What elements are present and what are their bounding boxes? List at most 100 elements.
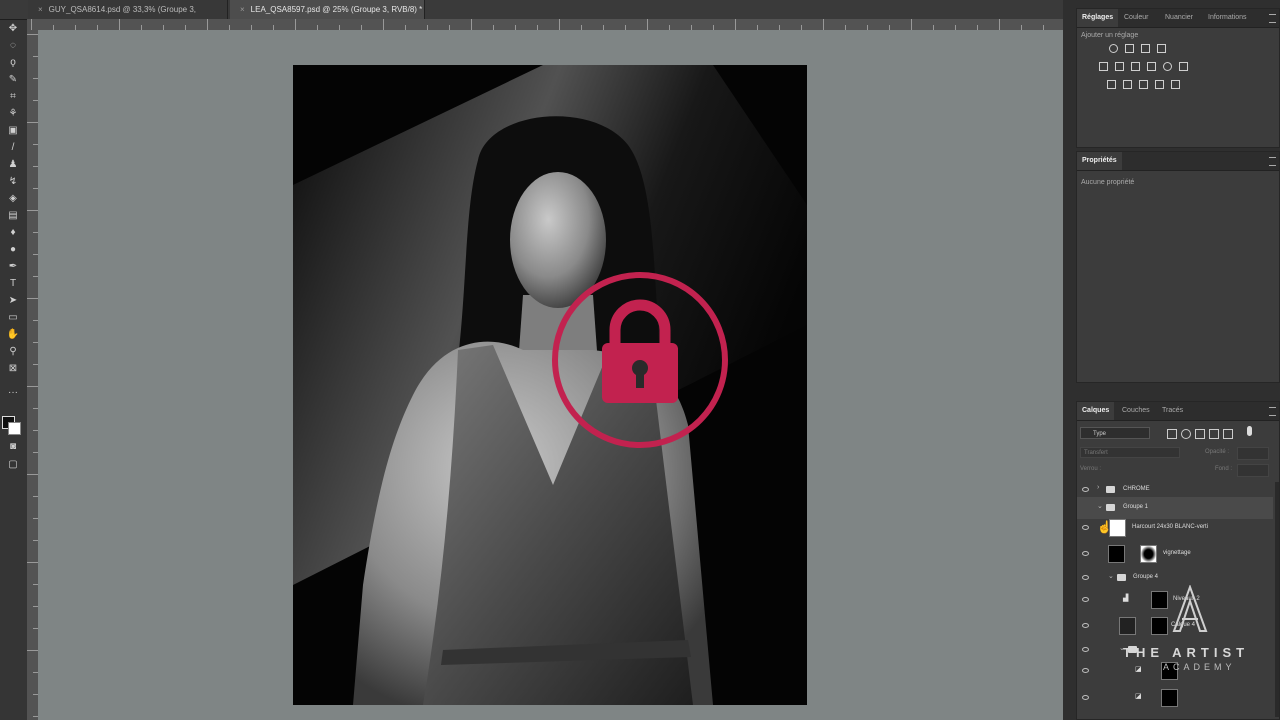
- marquee-tool-icon[interactable]: ◌: [4, 39, 22, 53]
- ruler-tick: [999, 19, 1000, 30]
- threshold-icon[interactable]: [1139, 80, 1148, 89]
- collapse-chevron-icon[interactable]: ⌄: [1097, 502, 1103, 510]
- ruler-tick: [27, 474, 38, 475]
- filter-toggle[interactable]: [1247, 426, 1252, 436]
- levels-icon[interactable]: [1125, 44, 1134, 53]
- clone-stamp-tool-icon[interactable]: ♟: [4, 158, 22, 172]
- layer-name: Groupe 4: [1133, 574, 1159, 580]
- blend-mode-select[interactable]: Transfert: [1080, 447, 1180, 458]
- layer-thumbnail: [1119, 617, 1136, 635]
- tab-swatches[interactable]: Nuancier: [1160, 9, 1198, 27]
- visibility-eye-icon[interactable]: [1082, 597, 1089, 602]
- ruler-tick: [27, 562, 38, 563]
- curves-icon[interactable]: [1141, 44, 1150, 53]
- panel-menu-icon[interactable]: [1269, 14, 1276, 23]
- brush-tool-icon[interactable]: /: [4, 141, 22, 155]
- brightness-icon[interactable]: [1109, 44, 1118, 53]
- opacity-input[interactable]: [1237, 447, 1269, 460]
- layer-name: CHROME: [1123, 486, 1150, 492]
- panel-menu-icon[interactable]: [1269, 157, 1276, 166]
- tab-adjustments[interactable]: Réglages: [1077, 9, 1119, 27]
- posterize-icon[interactable]: [1123, 80, 1132, 89]
- layer-row[interactable]: ◪: [1077, 687, 1273, 709]
- filter-shape-icon[interactable]: [1209, 429, 1219, 439]
- tab-paths[interactable]: Tracés: [1157, 402, 1188, 420]
- healing-brush-tool-icon[interactable]: ▣: [4, 124, 22, 138]
- zoom-tool-icon[interactable]: ⚲: [4, 345, 22, 359]
- ruler-tick: [911, 19, 912, 30]
- crop-tool-icon[interactable]: ⌗: [4, 90, 22, 104]
- visibility-eye-icon[interactable]: [1082, 487, 1089, 492]
- folder-icon: [1106, 486, 1115, 493]
- adjustments-panel-header: Réglages Couleur Nuancier Informations: [1077, 9, 1279, 28]
- panel-menu-icon[interactable]: [1269, 407, 1276, 416]
- visibility-eye-icon[interactable]: [1082, 695, 1089, 700]
- tab-color[interactable]: Couleur: [1119, 9, 1154, 27]
- tab-channels[interactable]: Couches: [1117, 402, 1155, 420]
- layers-scrollbar[interactable]: [1275, 482, 1279, 717]
- dodge-tool-icon[interactable]: ●: [4, 243, 22, 257]
- layer-mask-thumbnail: [1140, 545, 1157, 563]
- tab-close-icon[interactable]: ×: [240, 5, 245, 14]
- visibility-eye-icon[interactable]: [1082, 551, 1089, 556]
- eraser-tool-icon[interactable]: ◈: [4, 192, 22, 206]
- gradient-tool-icon[interactable]: ▤: [4, 209, 22, 223]
- invert-icon[interactable]: [1107, 80, 1116, 89]
- history-brush-tool-icon[interactable]: ↯: [4, 175, 22, 189]
- more-tools-icon[interactable]: ···: [4, 386, 22, 400]
- fill-label: Fond :: [1215, 466, 1233, 472]
- layer-row[interactable]: vignettage: [1077, 543, 1273, 565]
- move-tool-icon[interactable]: ✥: [4, 22, 22, 36]
- quick-selection-tool-icon[interactable]: ✎: [4, 73, 22, 87]
- gradient-map-icon[interactable]: [1155, 80, 1164, 89]
- shape-tool-icon[interactable]: ▭: [4, 311, 22, 325]
- background-color-swatch[interactable]: [8, 422, 21, 435]
- fill-input[interactable]: [1237, 464, 1269, 477]
- document-tab-guy[interactable]: ×GUY_QSA8614.psd @ 33,3% (Groupe 3, RVB/…: [28, 0, 228, 33]
- pen-tool-icon[interactable]: ✒: [4, 260, 22, 274]
- academy-logo-icon: [1170, 584, 1210, 635]
- visibility-eye-icon[interactable]: [1082, 623, 1089, 628]
- filter-pixel-icon[interactable]: [1167, 429, 1177, 439]
- layer-row-selected[interactable]: ⌄ Groupe 1: [1077, 497, 1273, 519]
- type-tool-icon[interactable]: T: [4, 277, 22, 291]
- filter-smart-object-icon[interactable]: [1223, 429, 1233, 439]
- lasso-tool-icon[interactable]: ϙ: [4, 56, 22, 70]
- ruler-tick: [295, 19, 296, 30]
- ruler-tick: [647, 19, 648, 30]
- curves-adjustment-icon: ◪: [1135, 666, 1142, 673]
- tab-layers[interactable]: Calques: [1077, 402, 1115, 420]
- document-tab-lea[interactable]: × LEA_QSA8597.psd @ 25% (Groupe 3, RVB/8)…: [230, 0, 425, 19]
- tab-info[interactable]: Informations: [1203, 9, 1252, 27]
- visibility-eye-icon[interactable]: [1082, 647, 1089, 652]
- hand-tool-icon[interactable]: ✋: [4, 328, 22, 342]
- blur-tool-icon[interactable]: ♦: [4, 226, 22, 240]
- hue-saturation-icon[interactable]: [1099, 62, 1108, 71]
- black-white-icon[interactable]: [1131, 62, 1140, 71]
- expand-chevron-icon[interactable]: ›: [1097, 484, 1099, 491]
- layer-filter-select[interactable]: Type: [1080, 427, 1150, 439]
- tab-close-icon[interactable]: ×: [38, 5, 43, 14]
- quick-mask-icon[interactable]: ◙: [4, 440, 22, 454]
- color-balance-icon[interactable]: [1115, 62, 1124, 71]
- selective-color-icon[interactable]: [1171, 80, 1180, 89]
- filter-adjustment-icon[interactable]: [1181, 429, 1191, 439]
- screen-mode-icon[interactable]: ▢: [4, 458, 22, 472]
- path-selection-tool-icon[interactable]: ➤: [4, 294, 22, 308]
- exposure-icon[interactable]: [1157, 44, 1166, 53]
- color-lookup-icon[interactable]: [1179, 62, 1188, 71]
- filter-type-icon[interactable]: [1195, 429, 1205, 439]
- visibility-eye-icon[interactable]: [1082, 668, 1089, 673]
- extra-tools-icon[interactable]: ⊠: [4, 362, 22, 376]
- channel-mixer-icon[interactable]: [1163, 62, 1172, 71]
- document-tab-bar: ×GUY_QSA8614.psd @ 33,3% (Groupe 3, RVB/…: [0, 0, 1075, 33]
- curves-adjustment-icon: ◪: [1135, 693, 1142, 700]
- photo-filter-icon[interactable]: [1147, 62, 1156, 71]
- tab-properties[interactable]: Propriétés: [1077, 152, 1122, 170]
- collapse-chevron-icon[interactable]: ⌄: [1108, 572, 1114, 580]
- layer-thumbnail: [1108, 545, 1125, 563]
- visibility-eye-icon[interactable]: [1082, 525, 1089, 530]
- vibrance-icon[interactable]: [1173, 44, 1182, 53]
- eyedropper-tool-icon[interactable]: ⚘: [4, 107, 22, 121]
- visibility-eye-icon[interactable]: [1082, 575, 1089, 580]
